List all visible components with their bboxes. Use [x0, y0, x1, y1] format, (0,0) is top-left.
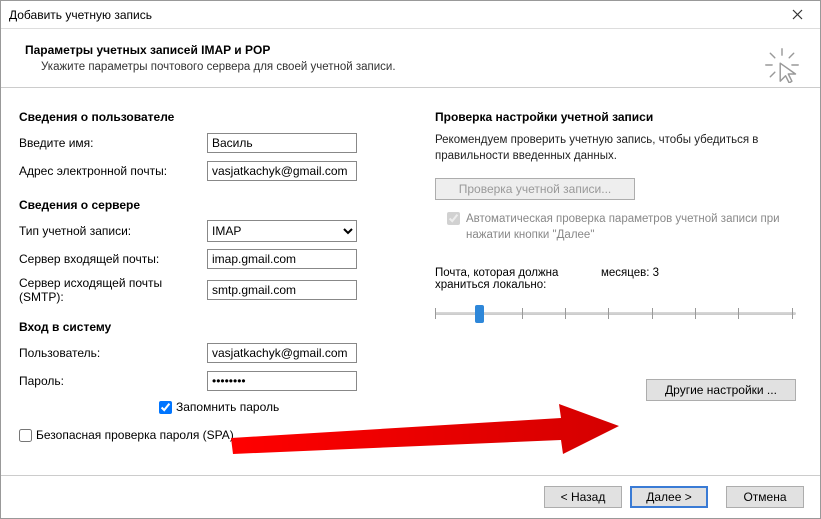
- username-label: Пользователь:: [19, 346, 207, 360]
- storage-value: 3: [653, 267, 659, 279]
- remember-password-checkbox[interactable]: [159, 401, 172, 414]
- incoming-server-input[interactable]: [207, 249, 357, 269]
- email-label: Адрес электронной почты:: [19, 164, 207, 178]
- right-column: Проверка настройки учетной записи Рекоме…: [435, 106, 796, 467]
- login-section-header: Вход в систему: [19, 320, 407, 334]
- outgoing-server-input[interactable]: [207, 280, 357, 300]
- spa-checkbox[interactable]: [19, 429, 32, 442]
- header: Параметры учетных записей IMAP и POP Ука…: [1, 29, 820, 88]
- remember-password-label: Запомнить пароль: [176, 400, 279, 414]
- user-section-header: Сведения о пользователе: [19, 110, 407, 124]
- back-button[interactable]: < Назад: [544, 486, 622, 508]
- storage-line2: храниться локально:: [435, 279, 546, 291]
- window-title: Добавить учетную запись: [9, 8, 782, 22]
- spa-label: Безопасная проверка пароля (SPA): [36, 428, 234, 442]
- test-description: Рекомендуем проверить учетную запись, чт…: [435, 132, 796, 164]
- close-button[interactable]: [782, 5, 812, 25]
- server-section-header: Сведения о сервере: [19, 198, 407, 212]
- incoming-server-label: Сервер входящей почты:: [19, 252, 207, 266]
- storage-unit: месяцев:: [601, 267, 649, 279]
- left-column: Сведения о пользователе Введите имя: Адр…: [19, 106, 407, 467]
- auto-test-label: Автоматическая проверка параметров учетн…: [466, 212, 796, 243]
- email-input[interactable]: [207, 161, 357, 181]
- header-subtitle: Укажите параметры почтового сервера для …: [41, 61, 796, 73]
- account-type-label: Тип учетной записи:: [19, 224, 207, 238]
- close-icon: [792, 9, 803, 20]
- storage-slider[interactable]: [435, 305, 796, 323]
- remember-password-row: Запомнить пароль: [159, 400, 407, 414]
- spa-row: Безопасная проверка пароля (SPA): [19, 428, 407, 442]
- form-body: Сведения о пользователе Введите имя: Адр…: [1, 88, 820, 475]
- name-label: Введите имя:: [19, 136, 207, 150]
- storage-line1: Почта, которая должна: [435, 267, 558, 279]
- add-account-window: Добавить учетную запись Параметры учетны…: [0, 0, 821, 519]
- outgoing-server-label: Сервер исходящей почты (SMTP):: [19, 276, 207, 304]
- header-title: Параметры учетных записей IMAP и POP: [25, 43, 796, 57]
- account-type-select[interactable]: IMAP: [207, 220, 357, 242]
- cancel-button[interactable]: Отмена: [726, 486, 804, 508]
- password-label: Пароль:: [19, 374, 207, 388]
- username-input[interactable]: [207, 343, 357, 363]
- cursor-sparkle-icon: [764, 47, 800, 83]
- test-account-button: Проверка учетной записи...: [435, 178, 635, 200]
- password-input[interactable]: [207, 371, 357, 391]
- other-settings-button[interactable]: Другие настройки ...: [646, 379, 796, 401]
- storage-label-row: Почта, которая должна храниться локально…: [435, 267, 796, 291]
- auto-test-checkbox: [447, 212, 460, 225]
- titlebar: Добавить учетную запись: [1, 1, 820, 29]
- test-section-header: Проверка настройки учетной записи: [435, 110, 796, 124]
- auto-test-row: Автоматическая проверка параметров учетн…: [447, 212, 796, 243]
- name-input[interactable]: [207, 133, 357, 153]
- storage-slider-block: Почта, которая должна храниться локально…: [435, 267, 796, 323]
- next-button[interactable]: Далее >: [630, 486, 708, 508]
- footer: < Назад Далее > Отмена: [1, 475, 820, 518]
